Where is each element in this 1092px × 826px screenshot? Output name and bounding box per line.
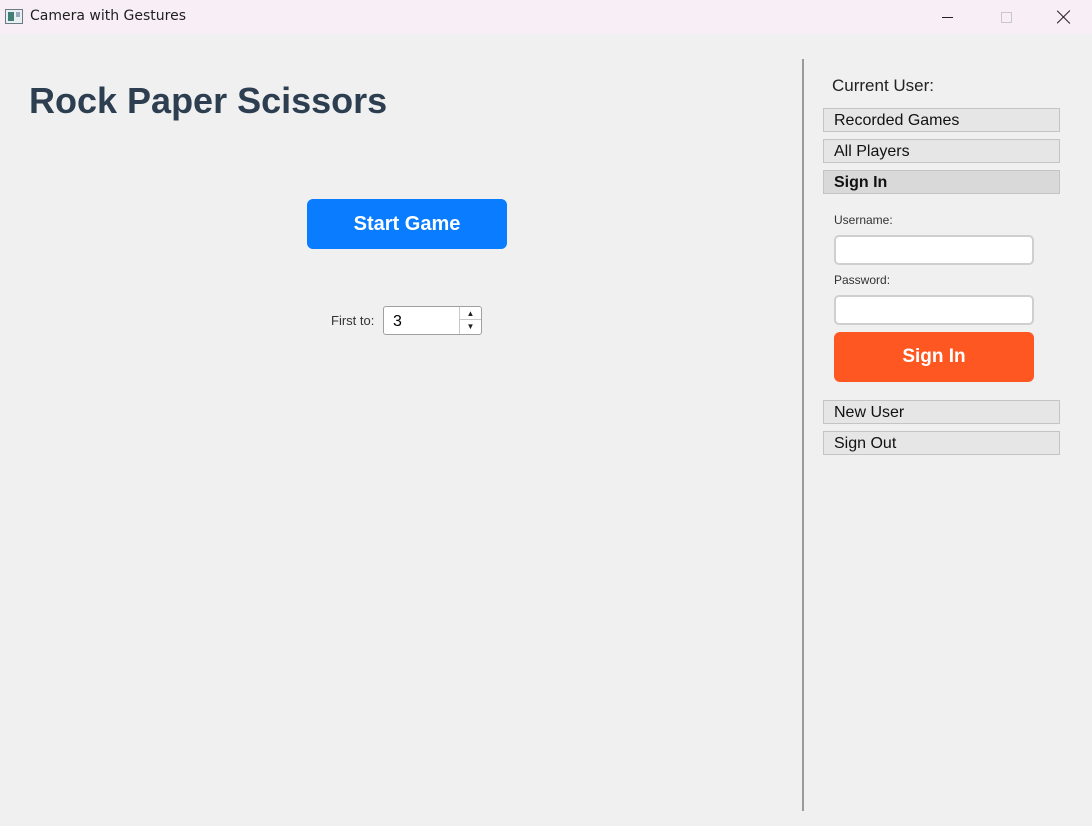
sign-out-button[interactable]: Sign Out [823,431,1060,455]
first-to-label: First to: [331,313,375,328]
close-button[interactable] [1035,0,1092,34]
title-bar: Camera with Gestures [0,0,1092,34]
arrow-up-icon: ▲ [466,308,475,318]
spinbox-buttons: ▲ ▼ [459,307,481,334]
current-user-label: Current User: [832,76,935,95]
password-field[interactable] [834,295,1034,325]
sign-in-tab[interactable]: Sign In [823,170,1060,194]
spin-up-button[interactable]: ▲ [460,307,481,320]
start-game-button[interactable]: Start Game [307,199,507,249]
spin-down-button[interactable]: ▼ [460,320,481,333]
first-to-value[interactable]: 3 [393,313,402,331]
recorded-games-button[interactable]: Recorded Games [823,108,1060,132]
first-to-spinbox[interactable]: 3 ▲ ▼ [383,306,482,335]
new-user-button[interactable]: New User [823,400,1060,424]
maximize-button[interactable] [977,0,1035,34]
password-label: Password: [834,273,891,287]
all-players-button[interactable]: All Players [823,139,1060,163]
minimize-icon [941,16,953,18]
close-icon [1057,10,1071,24]
panel-divider[interactable] [802,59,804,811]
maximize-icon [1000,11,1012,23]
page-title: Rock Paper Scissors [29,80,388,121]
minimize-button[interactable] [918,0,976,34]
window-title: Camera with Gestures [30,8,187,24]
username-field[interactable] [834,235,1034,265]
app-icon [5,9,23,24]
sign-in-button[interactable]: Sign In [834,332,1034,382]
arrow-down-icon: ▼ [466,322,475,331]
username-label: Username: [834,213,893,227]
